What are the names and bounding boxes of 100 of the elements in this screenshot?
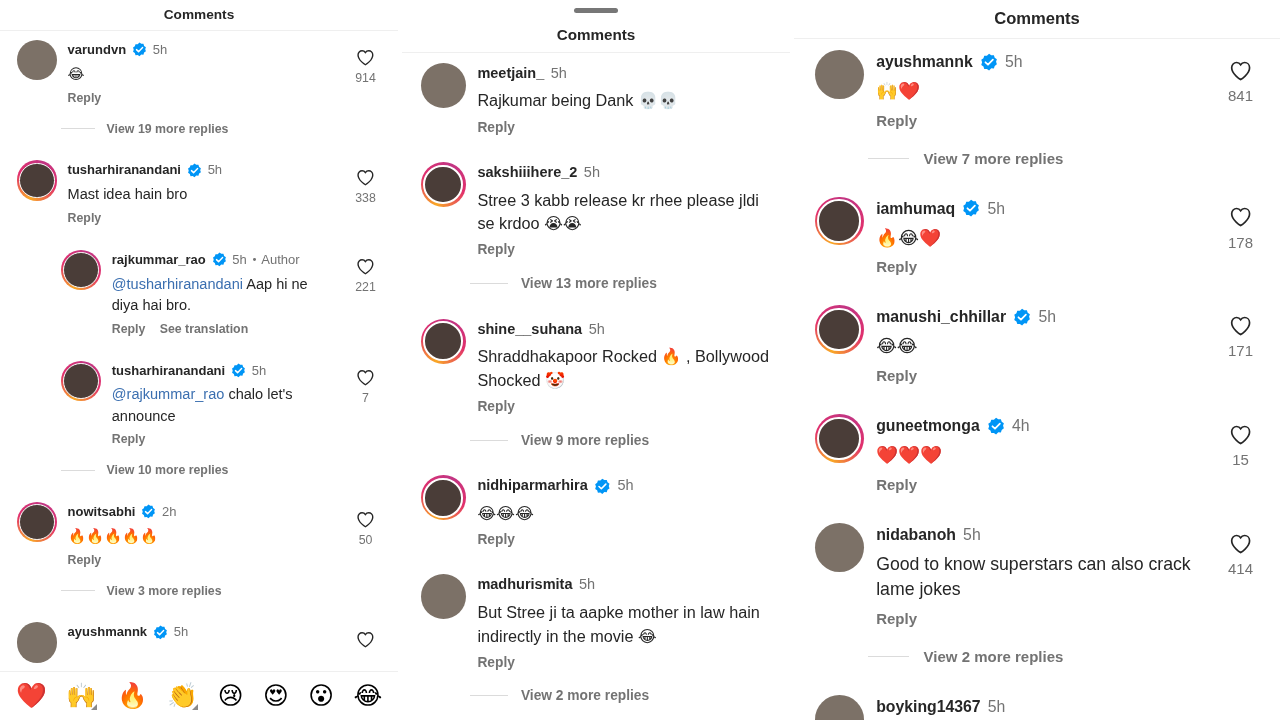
comment-text: 🙌❤ <box>876 80 922 104</box>
emoji-reaction-button[interactable]: 🔥 <box>116 681 148 711</box>
view-more-replies-link[interactable]: View 3 more replies <box>106 583 222 598</box>
comment-action[interactable]: Reply <box>477 242 515 258</box>
comment-action[interactable]: Reply <box>876 610 917 628</box>
username[interactable]: rajkummar_rao <box>111 249 206 270</box>
comment-time: 4h <box>1012 416 1030 437</box>
avatar[interactable] <box>16 622 58 663</box>
view-more-replies-link[interactable]: View 9 more replies <box>520 432 650 448</box>
comment-text: Shraddhakapoor Rocked 🔥 , Bollywood Shocked 🤡 <box>477 346 770 391</box>
comment-action[interactable]: Reply <box>876 475 917 493</box>
comment-time: 5h <box>583 163 600 183</box>
story-ring-avatar[interactable] <box>420 475 466 521</box>
comment-time: 5h <box>152 41 168 60</box>
comment-time: 5h <box>207 161 223 180</box>
emoji-reaction-button[interactable]: 😮 <box>308 681 334 711</box>
comment-text: Mast idea hain bro <box>67 185 189 205</box>
like-count: 178 <box>1228 233 1253 251</box>
verified-badge-icon <box>152 624 168 640</box>
like-count: 841 <box>1228 87 1253 105</box>
emoji-reaction-button[interactable]: ❤ <box>15 681 47 711</box>
story-ring-avatar[interactable] <box>420 162 466 207</box>
comment-action[interactable]: Reply <box>477 654 515 670</box>
username[interactable]: tusharhiranandani <box>67 160 181 180</box>
comment-action[interactable]: See translation <box>159 321 249 336</box>
like-heart-icon[interactable] <box>355 367 376 388</box>
story-ring-avatar[interactable] <box>420 318 466 364</box>
story-ring-avatar[interactable] <box>814 414 864 463</box>
emoji-reaction-button[interactable]: 😢 <box>217 681 244 711</box>
username[interactable]: sakshiiihere_2 <box>477 162 578 184</box>
username[interactable]: varundvn <box>67 40 127 60</box>
like-count: 914 <box>355 70 376 85</box>
comment-time: 5h <box>232 250 247 269</box>
panel-title: Comments <box>163 7 235 23</box>
comment-action[interactable]: Reply <box>477 119 515 135</box>
username[interactable]: meetjain_ <box>477 62 545 85</box>
username[interactable]: nowitsabhi <box>67 502 136 522</box>
comment-action[interactable]: Reply <box>876 258 917 276</box>
comment-text: Good to know superstars can also crack lame jokes <box>876 552 1192 602</box>
story-ring-avatar[interactable] <box>61 360 102 401</box>
username[interactable]: ayushmannk <box>876 50 973 74</box>
view-more-replies-link[interactable]: View 10 more replies <box>106 463 229 478</box>
avatar[interactable] <box>420 62 466 108</box>
comment-action[interactable]: Reply <box>876 111 917 129</box>
view-more-replies-link[interactable]: View 7 more replies <box>923 149 1064 167</box>
story-ring-avatar[interactable] <box>61 249 102 291</box>
username[interactable]: tusharhiranandani <box>111 360 226 381</box>
comment-time: 5h <box>963 524 981 545</box>
comment-action[interactable]: Reply <box>111 432 146 447</box>
verified-badge-icon <box>979 52 998 72</box>
username[interactable]: guneetmonga <box>876 414 980 438</box>
emoji-reaction-button[interactable]: 😍 <box>262 681 289 711</box>
username[interactable]: iamhumaq <box>876 196 956 221</box>
comment-text: @rajkummar_rao chalo let's announce <box>111 385 294 426</box>
comment-text: 😂 <box>67 64 86 84</box>
emoji-reaction-button[interactable]: 😂 <box>353 681 383 711</box>
variants-corner-icon <box>192 703 199 710</box>
comment-time: 5h <box>1038 307 1056 328</box>
comment-action[interactable]: Reply <box>67 552 102 567</box>
username[interactable]: madhurismita <box>477 574 573 597</box>
mention-link[interactable]: @rajkummar_rao <box>111 386 225 403</box>
comment-action[interactable]: Reply <box>477 531 515 547</box>
avatar[interactable] <box>420 574 466 620</box>
mention-link[interactable]: @tusharhiranandani <box>111 275 243 292</box>
comment-action[interactable]: Reply <box>876 367 917 385</box>
comment-text: 🔥😂❤ <box>876 226 942 250</box>
view-more-replies-link[interactable]: View 2 more replies <box>923 647 1064 665</box>
story-ring-avatar[interactable] <box>16 160 58 201</box>
like-count: 50 <box>358 532 373 547</box>
story-ring-avatar[interactable] <box>814 196 864 246</box>
comment-action[interactable]: Reply <box>477 398 515 414</box>
avatar[interactable] <box>16 40 58 81</box>
verified-badge-icon <box>211 252 227 268</box>
username[interactable]: shine__suhana <box>477 318 583 341</box>
verified-badge-icon <box>131 42 147 58</box>
view-more-replies-link[interactable]: View 2 more replies <box>520 688 650 704</box>
username[interactable]: ayushmannk <box>67 622 148 642</box>
view-more-replies-link[interactable]: View 13 more replies <box>520 276 657 292</box>
like-count: 338 <box>355 190 376 205</box>
comment-action[interactable]: Reply <box>67 211 102 226</box>
verified-badge-icon <box>1013 308 1032 327</box>
username[interactable]: nidabanoh <box>876 522 956 547</box>
comment-time: 5h <box>987 198 1006 219</box>
comment-time: 5h <box>588 319 605 339</box>
comment-time: 5h <box>550 63 567 83</box>
like-count: 414 <box>1228 559 1253 577</box>
comment-action[interactable]: Reply <box>67 90 102 105</box>
story-ring-avatar[interactable] <box>16 502 58 543</box>
username[interactable]: boyking14367 <box>876 694 981 719</box>
comment-time: 2h <box>162 503 177 522</box>
comment-text: But Stree ji ta aapke mother in law hain indirectly in the movie 😂 <box>477 602 761 647</box>
comment-action[interactable]: Reply <box>111 321 146 336</box>
panel-title: Comments <box>556 26 636 43</box>
view-more-replies-link[interactable]: View 19 more replies <box>106 121 229 136</box>
username[interactable]: nidhiparmarhira <box>477 475 588 497</box>
verified-badge-icon <box>141 504 157 520</box>
drag-handle[interactable] <box>574 7 618 13</box>
separator-dot-icon <box>252 258 256 262</box>
username[interactable]: manushi_chhillar <box>876 305 1007 329</box>
comment-text: 🔥🔥🔥🔥🔥 <box>67 526 159 546</box>
